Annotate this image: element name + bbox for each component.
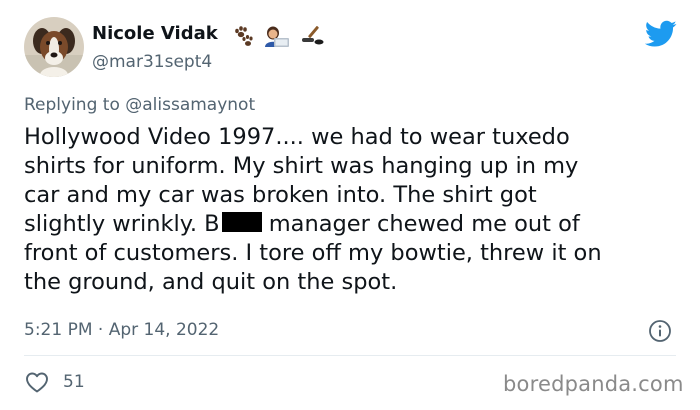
replying-to-label: Replying to bbox=[24, 95, 120, 115]
like-count: 51 bbox=[63, 372, 85, 392]
tweet-line-redacted: slightly wrinkly. B manager chewed me ou… bbox=[24, 210, 664, 239]
reply-mention-link[interactable]: @alissamaynot bbox=[125, 95, 255, 115]
hockey-stick-icon bbox=[302, 26, 324, 45]
replying-to: Replying to @alissamaynot bbox=[24, 95, 255, 115]
tweet-line-part: slightly wrinkly. B bbox=[24, 211, 220, 237]
tweet-date: Apr 14, 2022 bbox=[108, 320, 220, 340]
tweet-text: Hollywood Video 1997.... we had to wear … bbox=[24, 123, 664, 297]
tweet-line: front of customers. I tore off my bowtie… bbox=[24, 240, 602, 266]
user-handle[interactable]: @mar31sept4 bbox=[92, 52, 212, 72]
dog-avatar-icon bbox=[24, 17, 84, 77]
twitter-bird-icon[interactable] bbox=[645, 20, 677, 48]
tweet-timestamp[interactable]: 5:21 PM · Apr 14, 2022 bbox=[24, 320, 219, 340]
name-emojis bbox=[232, 24, 324, 48]
woman-technologist-icon bbox=[265, 26, 289, 47]
divider bbox=[24, 355, 676, 356]
meta-separator: · bbox=[97, 320, 104, 340]
heart-icon[interactable] bbox=[25, 371, 49, 393]
watermark: boredpanda.com bbox=[503, 372, 684, 396]
display-name[interactable]: Nicole Vidak bbox=[92, 23, 218, 44]
redaction-bar bbox=[221, 212, 262, 232]
tweet-time: 5:21 PM bbox=[24, 320, 93, 340]
tweet-line: Hollywood Video 1997.... we had to wear … bbox=[24, 124, 570, 150]
tweet-line-part: manager chewed me out of bbox=[261, 211, 580, 237]
avatar[interactable] bbox=[24, 17, 84, 77]
tweet-line: car and my car was broken into. The shir… bbox=[24, 182, 537, 208]
tweet-line: shirts for uniform. My shirt was hanging… bbox=[24, 153, 579, 179]
paw-prints-icon bbox=[235, 26, 253, 46]
info-icon[interactable] bbox=[648, 319, 672, 343]
tweet-line: the ground, and quit on the spot. bbox=[24, 269, 398, 295]
